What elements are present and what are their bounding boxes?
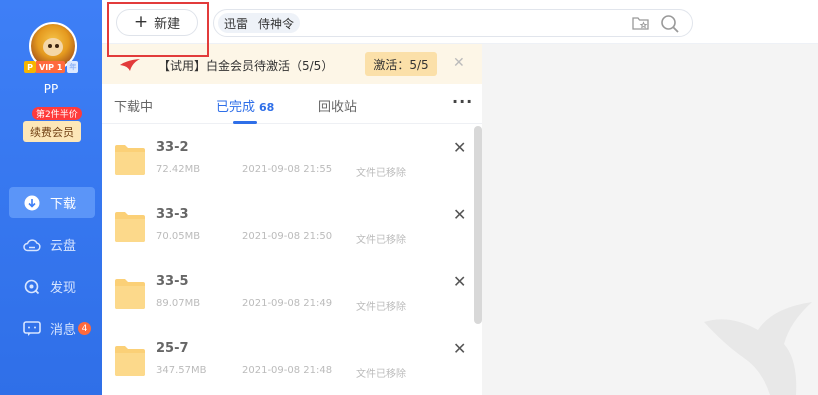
new-task-button[interactable]: + 新建	[116, 9, 198, 36]
search-chip-source: 迅雷	[224, 16, 249, 31]
app-window: P VIP 1 年 PP 第2件半价 续费会员 下载 云盘 发现 消息 4 + …	[0, 0, 818, 395]
tab-downloading[interactable]: 下载中	[114, 96, 153, 115]
list-item[interactable]: 25-7 347.57MB 2021-09-08 21:48 文件已移除 ✕	[102, 325, 472, 392]
search-chip-keyword: 侍神令	[258, 16, 295, 31]
trial-banner: 【试用】白金会员待激活（5/5） 激活：5/5 ✕	[102, 44, 482, 84]
file-name: 33-5	[156, 274, 189, 289]
file-size: 347.57MB	[156, 365, 207, 376]
cloud-icon	[23, 236, 41, 254]
vip-level: VIP 1	[36, 61, 66, 73]
avatar-eye-left	[48, 44, 52, 48]
bird-logo-icon	[119, 57, 141, 71]
sidebar-item-label: 云盘	[50, 239, 77, 254]
search-chip[interactable]: 迅雷 侍神令	[218, 13, 301, 33]
avatar-face	[43, 38, 63, 56]
list-item[interactable]: 33-2 72.42MB 2021-09-08 21:55 文件已移除 ✕	[102, 124, 472, 191]
list-item[interactable]: 33-3 70.05MB 2021-09-08 21:50 文件已移除 ✕	[102, 191, 472, 258]
message-icon	[23, 320, 41, 338]
banner-close-icon[interactable]: ✕	[453, 55, 465, 71]
activate-button[interactable]: 激活：5/5	[365, 52, 437, 76]
file-size: 89.07MB	[156, 298, 201, 309]
sidebar-item-discover[interactable]: 发现	[9, 271, 95, 302]
sidebar-item-message[interactable]: 消息 4	[9, 313, 95, 344]
avatar-eye-right	[55, 44, 59, 48]
username[interactable]: PP	[0, 82, 102, 96]
file-status: 文件已移除	[356, 302, 406, 313]
new-task-label: 新建	[154, 17, 181, 32]
file-date: 2021-09-08 21:48	[242, 365, 333, 376]
file-status: 文件已移除	[356, 168, 406, 179]
sidebar-item-label: 下载	[50, 197, 77, 212]
file-status: 文件已移除	[356, 369, 406, 380]
file-name: 25-7	[156, 341, 189, 356]
file-date: 2021-09-08 21:50	[242, 231, 333, 242]
banner-text: 【试用】白金会员待激活（5/5）	[158, 59, 334, 73]
tab-completed-label: 已完成	[216, 100, 256, 115]
delete-icon[interactable]: ✕	[453, 138, 466, 157]
folder-icon	[114, 209, 146, 243]
delete-icon[interactable]: ✕	[453, 205, 466, 224]
discover-icon	[23, 278, 41, 296]
search-input[interactable]: 迅雷 侍神令	[213, 9, 693, 37]
tab-completed-count: 68	[259, 101, 275, 114]
file-size: 72.42MB	[156, 164, 201, 175]
tab-bar: 下载中 已完成 68 回收站 ···	[102, 84, 482, 124]
tab-recycle-bin[interactable]: 回收站	[318, 96, 357, 115]
scrollbar-thumb[interactable]	[474, 126, 482, 324]
file-name: 33-3	[156, 207, 189, 222]
file-date: 2021-09-08 21:49	[242, 298, 333, 309]
download-icon	[23, 194, 41, 212]
file-name: 33-2	[156, 140, 189, 155]
file-status: 文件已移除	[356, 235, 406, 246]
folder-icon	[114, 276, 146, 310]
folder-icon	[114, 343, 146, 377]
sidebar-item-label: 消息	[50, 323, 77, 338]
topbar: + 新建 迅雷 侍神令	[102, 0, 818, 44]
vip-year: 年	[67, 61, 79, 73]
delete-icon[interactable]: ✕	[453, 272, 466, 291]
search-icon[interactable]	[660, 14, 680, 34]
sidebar: P VIP 1 年 PP 第2件半价 续费会员 下载 云盘 发现 消息 4	[0, 0, 102, 395]
promo-tag: 第2件半价	[32, 107, 82, 120]
renew-membership-button[interactable]: 续费会员	[23, 121, 81, 142]
file-date: 2021-09-08 21:55	[242, 164, 333, 175]
list-item[interactable]: 33-5 89.07MB 2021-09-08 21:49 文件已移除 ✕	[102, 258, 472, 325]
tab-completed[interactable]: 已完成 68	[216, 96, 274, 115]
sidebar-item-cloud[interactable]: 云盘	[9, 229, 95, 260]
vip-p-icon: P	[24, 61, 36, 73]
folder-star-icon[interactable]	[632, 15, 650, 31]
sidebar-item-label: 发现	[50, 281, 77, 296]
sidebar-item-download[interactable]: 下载	[9, 187, 95, 218]
vip-badge[interactable]: P VIP 1 年	[24, 61, 79, 73]
message-count-badge: 4	[78, 322, 92, 335]
plus-icon: +	[133, 12, 149, 32]
file-list: 33-2 72.42MB 2021-09-08 21:55 文件已移除 ✕ 33…	[102, 124, 472, 395]
bird-watermark-icon	[700, 300, 818, 395]
more-options-icon[interactable]: ···	[452, 92, 473, 111]
delete-icon[interactable]: ✕	[453, 339, 466, 358]
file-size: 70.05MB	[156, 231, 201, 242]
folder-icon	[114, 142, 146, 176]
